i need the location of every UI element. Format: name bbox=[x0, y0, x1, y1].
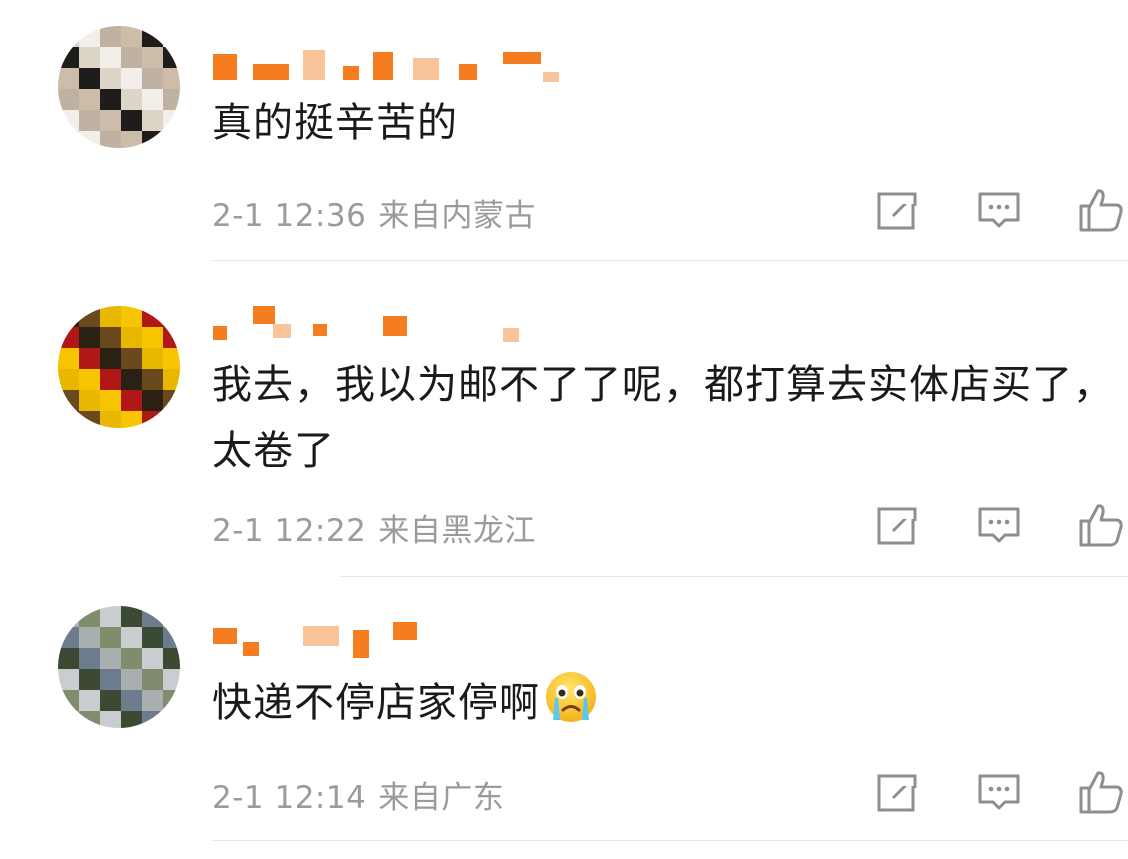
avatar-pixel bbox=[121, 690, 142, 711]
comment-location: 来自广东 bbox=[378, 780, 505, 816]
avatar-pixel bbox=[163, 669, 180, 690]
avatar-pixel bbox=[79, 648, 100, 669]
avatar-pixel bbox=[142, 606, 163, 627]
username-blurred[interactable] bbox=[213, 622, 733, 662]
comment-icon bbox=[978, 774, 1020, 810]
like-icon bbox=[1079, 771, 1123, 814]
avatar-pixel bbox=[121, 627, 142, 648]
avatar-pixel bbox=[163, 648, 180, 669]
avatar-pixel bbox=[142, 711, 163, 728]
crying-face-emoji bbox=[546, 672, 596, 722]
avatar-pixel bbox=[142, 627, 163, 648]
divider bbox=[212, 840, 1128, 841]
username-pixel bbox=[393, 622, 417, 640]
avatar-pixel bbox=[142, 690, 163, 711]
avatar-pixel bbox=[100, 606, 121, 627]
avatar-pixel bbox=[163, 711, 180, 728]
share-button[interactable] bbox=[873, 768, 921, 816]
avatar-pixel bbox=[142, 669, 163, 690]
avatar-pixel bbox=[79, 711, 100, 728]
avatar-pixel bbox=[79, 669, 100, 690]
avatar-pixel bbox=[100, 711, 121, 728]
avatar-pixel bbox=[100, 669, 121, 690]
avatar-pixel bbox=[121, 648, 142, 669]
avatar-pixel bbox=[121, 669, 142, 690]
comment-text: 快递不停店家停啊 bbox=[212, 670, 1128, 736]
username-pixel bbox=[303, 626, 339, 646]
avatar-pixel bbox=[142, 648, 163, 669]
avatar-pixel bbox=[163, 606, 180, 627]
avatar-pixel bbox=[79, 627, 100, 648]
avatar-pixel bbox=[58, 627, 79, 648]
share-icon bbox=[877, 772, 917, 812]
avatar-pixel bbox=[58, 711, 79, 728]
comment-button[interactable] bbox=[975, 768, 1023, 816]
username-pixel bbox=[243, 642, 259, 656]
like-button[interactable] bbox=[1077, 768, 1125, 816]
username-pixel bbox=[213, 628, 237, 644]
avatar-pixel bbox=[79, 690, 100, 711]
avatar-pixel bbox=[121, 711, 142, 728]
comment-meta: 2-1 12:14 来自广东 bbox=[212, 772, 516, 817]
avatar[interactable] bbox=[58, 606, 180, 728]
avatar-pixel bbox=[58, 669, 79, 690]
avatar-pixel bbox=[100, 648, 121, 669]
comment-item: 快递不停店家停啊 2-1 12:14 来自广东 bbox=[0, 0, 1128, 859]
avatar-pixel bbox=[100, 627, 121, 648]
avatar-pixel bbox=[121, 606, 142, 627]
comment-time: 2-1 12:14 bbox=[212, 780, 367, 816]
avatar-pixel bbox=[58, 690, 79, 711]
username-pixel bbox=[353, 630, 369, 658]
avatar-pixel bbox=[58, 648, 79, 669]
avatar-pixel bbox=[58, 606, 79, 627]
avatar-pixel bbox=[163, 690, 180, 711]
comment-text-body: 快递不停店家停啊 bbox=[212, 680, 540, 726]
avatar-pixel bbox=[163, 627, 180, 648]
avatar-pixel bbox=[79, 606, 100, 627]
avatar-pixel bbox=[100, 690, 121, 711]
